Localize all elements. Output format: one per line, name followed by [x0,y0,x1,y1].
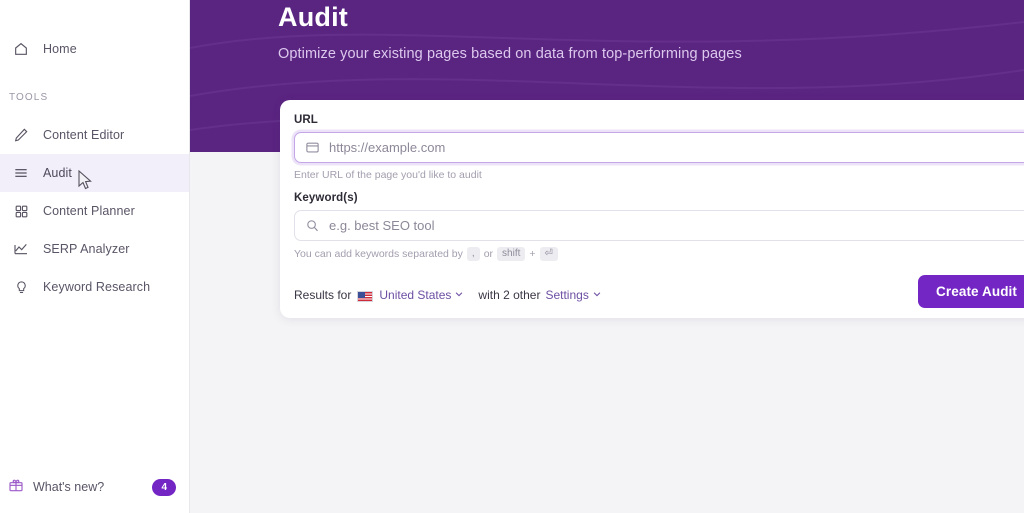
whats-new-badge: 4 [152,478,176,496]
url-input-wrapper[interactable] [294,132,1024,163]
results-settings-row: Results for United States with 2 other S… [294,288,604,302]
sidebar-item-keyword-research-label: Keyword Research [43,280,151,294]
url-help-text: Enter URL of the page you'd like to audi… [294,169,482,181]
keyword-hint-comma-key: , [466,247,480,261]
url-field-label: URL [294,114,318,126]
grid-icon [8,204,34,219]
country-selector[interactable]: United States [379,288,451,302]
page-title: Audit [278,2,348,32]
us-flag-icon [357,290,374,302]
keyword-hint-plus: + [529,248,536,260]
sidebar-item-content-editor[interactable]: Content Editor [0,116,189,154]
lightbulb-icon [8,280,34,295]
keyword-input[interactable] [329,218,1024,233]
app-root: Audit Optimize your existing pages based… [0,0,1024,513]
browser-window-icon [295,140,329,155]
sidebar-item-keyword-research[interactable]: Keyword Research [0,268,189,306]
chevron-down-icon-settings[interactable] [592,288,602,302]
sidebar-tools-heading: TOOLS [9,92,49,103]
keyword-input-wrapper[interactable] [294,210,1024,241]
pencil-icon [8,127,34,143]
sidebar: Home TOOLS Content Editor Audit Content … [0,0,190,513]
gift-icon [8,477,24,498]
chevron-down-icon[interactable] [454,288,464,302]
with-other-label: with 2 other [478,288,541,302]
keyword-hint-enter-key: ⏎ [539,247,558,261]
sidebar-item-home[interactable]: Home [0,30,189,68]
mouse-cursor [78,170,92,190]
keyword-hint-prefix: You can add keywords separated by [294,248,463,260]
line-chart-icon [8,241,34,257]
keyword-hint-or: or [483,248,494,260]
sidebar-item-audit[interactable]: Audit [0,154,189,192]
sidebar-item-serp-analyzer-label: SERP Analyzer [43,242,130,256]
sidebar-item-content-editor-label: Content Editor [43,128,125,142]
results-for-label: Results for [294,288,352,302]
sidebar-item-content-planner-label: Content Planner [43,204,135,218]
sidebar-item-content-planner[interactable]: Content Planner [0,192,189,230]
url-input[interactable] [329,140,1024,155]
sidebar-item-serp-analyzer[interactable]: SERP Analyzer [0,230,189,268]
settings-link[interactable]: Settings [545,288,588,302]
page-subtitle: Optimize your existing pages based on da… [278,46,742,62]
keyword-help-text: You can add keywords separated by , or s… [294,247,1024,261]
create-audit-label: Create Audit [936,284,1017,299]
audit-form-card: URL Enter URL of the page you'd like to … [280,100,1024,318]
menu-lines-icon [8,165,34,181]
sidebar-item-audit-label: Audit [43,166,72,180]
home-icon [8,41,34,57]
sidebar-item-home-label: Home [43,42,77,56]
create-audit-button[interactable]: Create Audit [918,275,1024,308]
whats-new-label: What's new? [33,480,105,494]
keyword-field-label: Keyword(s) [294,192,358,204]
search-icon [295,218,329,233]
whats-new-button[interactable]: What's new? 4 [0,469,189,505]
keyword-hint-shift-key: shift [497,247,526,261]
